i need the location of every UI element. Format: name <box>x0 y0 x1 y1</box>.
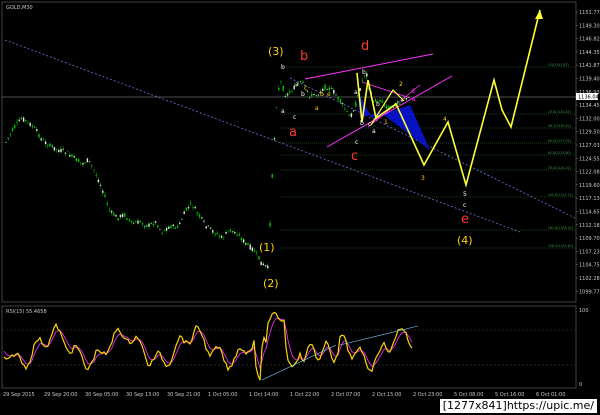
wave-label-d: d <box>361 39 369 54</box>
price-axis-label: 1104.75 <box>579 263 600 269</box>
time-axis-label: 5 Oct 08:00 <box>454 392 483 398</box>
svg-text:a: a <box>281 108 285 115</box>
rsi-axis-100: 100 <box>579 308 589 314</box>
time-axis-label: 1 Oct 22:00 <box>290 392 319 398</box>
main-chart-panel[interactable] <box>1 1 577 303</box>
price-axis-label: 1122.08 <box>579 170 600 176</box>
svg-text:1: 1 <box>384 119 388 126</box>
price-axis-label: 1107.23 <box>579 249 600 255</box>
fib-level-label: 38.2(1130.20) <box>548 124 571 128</box>
rsi-axis-0: 0 <box>579 382 582 388</box>
wave-label-b: b <box>300 49 308 64</box>
svg-text:c: c <box>355 139 358 146</box>
svg-text:b: b <box>376 101 380 108</box>
svg-text:2: 2 <box>399 81 403 88</box>
fib-level-label: 76.4(1120.10) <box>548 166 571 170</box>
wave-label-4: (4) <box>457 234 473 247</box>
svg-text:a: a <box>372 128 376 135</box>
wave-label-c: c <box>351 149 358 164</box>
svg-text:c: c <box>293 114 296 121</box>
svg-text:e: e <box>327 91 331 98</box>
time-axis-label: 6 Oct 01:00 <box>536 392 565 398</box>
time-axis-label: 30 Sep 21:00 <box>167 392 200 398</box>
time-axis: 29 Sep 2015 29 Sep 20:00 30 Sep 05:00 30 Se… <box>3 392 565 398</box>
price-axis-label: 1124.55 <box>579 156 600 162</box>
price-axis-label: 1141.87 <box>579 63 600 69</box>
svg-text:a: a <box>295 81 299 88</box>
fib-level-label: 100.0(1113.71) <box>548 193 573 197</box>
price-axis-label: 1134.45 <box>579 103 600 109</box>
rsi-title: RSI(15) 55.4658 <box>6 309 47 315</box>
price-axis-label: 1129.50 <box>579 130 600 136</box>
price-axis: 1151.77 1149.30 1146.82 1144.35 1141.87 1139.… <box>576 10 600 295</box>
wave-label-1: (1) <box>259 241 275 254</box>
time-axis-label: 30 Sep 13:00 <box>126 392 159 398</box>
fib-level-label: 138.2(1103.40) <box>548 244 573 248</box>
svg-text:4: 4 <box>443 116 447 123</box>
price-axis-label: 1151.77 <box>579 10 600 16</box>
time-axis-label: 5 Oct 16:00 <box>495 392 524 398</box>
candle <box>260 261 262 266</box>
price-axis-label: 1146.82 <box>579 37 600 43</box>
time-axis-label: 1 Oct 05:00 <box>208 392 237 398</box>
fib-level-label: 23.6(1134.45) <box>548 110 571 114</box>
svg-text:5: 5 <box>463 191 467 198</box>
fib-level-label: 161.8(1108.20) <box>548 226 573 230</box>
current-price-tag-text: 1136.04 <box>578 95 599 101</box>
wave-label-2: (2) <box>263 277 279 290</box>
fib-level-label: 61.8(1123.80) <box>548 151 571 155</box>
watermark: [1277x841]https://upic.me/ <box>439 399 597 413</box>
price-axis-label: 1099.77 <box>579 289 600 295</box>
price-axis-label: 1127.03 <box>579 143 600 149</box>
fib-level-label: 50.0(1127.03) <box>548 139 571 143</box>
price-axis-label: 1109.70 <box>579 236 600 242</box>
price-axis-label: 1139.40 <box>579 77 600 83</box>
svg-text:a: a <box>354 89 358 96</box>
svg-text:b: b <box>360 120 364 127</box>
svg-text:b: b <box>301 91 305 98</box>
time-axis-label: 29 Sep 20:00 <box>44 392 77 398</box>
fib-level-label: 0.0(1141.87) <box>548 63 569 67</box>
svg-text:a: a <box>412 96 416 103</box>
svg-text:a: a <box>315 105 319 112</box>
price-axis-label: 1112.18 <box>579 223 600 229</box>
candle <box>75 157 78 162</box>
svg-text:b: b <box>362 69 366 76</box>
candle <box>282 85 284 92</box>
time-axis-label: 1 Oct 14:00 <box>249 392 278 398</box>
time-axis-label: 2 Oct 15:00 <box>372 392 401 398</box>
price-axis-label: 1114.65 <box>579 210 600 216</box>
time-axis-label: 2 Oct 23:00 <box>413 392 442 398</box>
rsi-panel[interactable] <box>1 305 577 389</box>
svg-text:c: c <box>368 121 371 128</box>
price-axis-label: 1119.60 <box>579 183 600 189</box>
chart-title: GOLD,M30 <box>6 5 33 11</box>
trading-chart[interactable]: GOLD,M30 RSI(15) 55.4658 0.0(1141.87) 23.… <box>0 0 600 415</box>
candle <box>258 256 260 261</box>
svg-text:d: d <box>411 88 415 95</box>
svg-text:c: c <box>463 202 466 209</box>
candle <box>86 158 89 163</box>
time-axis-label: 2 Oct 07:00 <box>331 392 360 398</box>
wave-label-e: e <box>461 212 469 227</box>
wave-label-a: a <box>289 125 297 140</box>
time-axis-label: 30 Sep 05:00 <box>85 392 118 398</box>
price-axis-label: 1102.28 <box>579 276 600 282</box>
wave-label-3: (3) <box>268 45 284 58</box>
svg-text:b: b <box>281 64 285 71</box>
price-axis-label: 1132.00 <box>579 116 600 122</box>
price-axis-label: 1117.13 <box>579 196 600 202</box>
svg-text:3: 3 <box>421 175 425 182</box>
svg-text:b: b <box>320 91 324 98</box>
price-axis-label: 1149.30 <box>579 23 600 29</box>
price-axis-label: 1144.35 <box>579 50 600 56</box>
time-axis-label: 29 Sep 2015 <box>3 392 35 398</box>
